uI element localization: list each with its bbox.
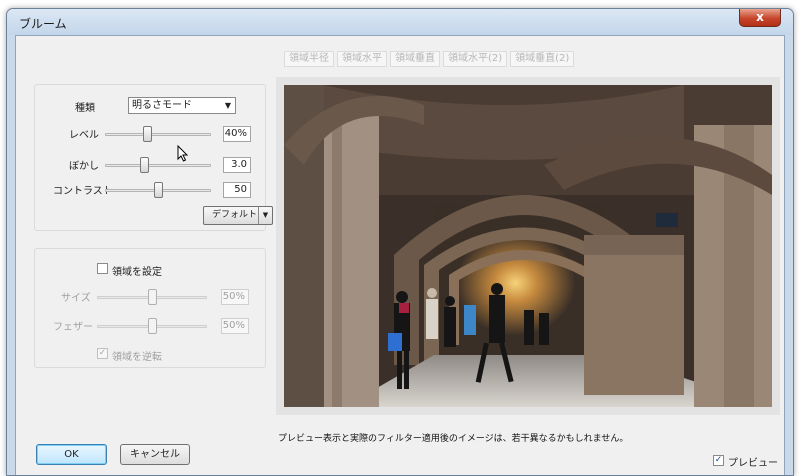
set-region-label: 領域を設定 bbox=[112, 267, 162, 278]
preview-frame bbox=[276, 77, 780, 415]
size-slider-thumb[interactable] bbox=[148, 289, 157, 305]
ok-button[interactable]: OK bbox=[36, 444, 107, 465]
blur-slider-thumb[interactable] bbox=[140, 157, 150, 173]
set-region-checkbox[interactable] bbox=[97, 263, 108, 274]
default-split-button[interactable]: デフォルト ▼ bbox=[203, 206, 273, 225]
contrast-value-field[interactable]: 50 bbox=[223, 182, 251, 198]
dialog-client-area: 領域半径 領域水平 領域垂直 領域水平(2) 領域垂直(2) 種類 明るさモード… bbox=[15, 35, 785, 475]
tab-region-vertical[interactable]: 領域垂直 bbox=[390, 51, 440, 67]
arcade-photo bbox=[284, 85, 772, 407]
preview-checkbox[interactable]: ✓ bbox=[713, 455, 724, 466]
tab-region-vertical-2[interactable]: 領域垂直(2) bbox=[510, 51, 575, 67]
contrast-label: コントラスト bbox=[53, 186, 113, 197]
region-settings-group: 領域を設定 サイズ 50% フェザー 50% ✓ 領域を逆転 bbox=[34, 248, 266, 368]
region-tabs: 領域半径 領域水平 領域垂直 領域水平(2) 領域垂直(2) bbox=[284, 51, 575, 67]
default-button-label: デフォルト bbox=[212, 210, 258, 220]
invert-region-label: 領域を逆転 bbox=[112, 352, 162, 363]
level-slider-track[interactable] bbox=[105, 133, 211, 136]
close-button[interactable]: x bbox=[739, 9, 781, 27]
blur-slider-track[interactable] bbox=[105, 164, 211, 167]
feather-label: フェザー bbox=[53, 322, 93, 333]
type-label: 種類 bbox=[75, 103, 95, 114]
size-value-field[interactable]: 50% bbox=[221, 289, 249, 305]
level-slider-thumb[interactable] bbox=[143, 126, 153, 142]
blur-label: ぼかし bbox=[69, 161, 99, 172]
window-title: ブルーム bbox=[19, 17, 67, 31]
feather-value-field[interactable]: 50% bbox=[221, 318, 249, 334]
preview-image bbox=[284, 85, 772, 407]
type-dropdown-value: 明るさモード bbox=[132, 100, 192, 111]
tab-region-horizontal[interactable]: 領域水平 bbox=[337, 51, 387, 67]
bloom-settings-group: 種類 明るさモード ▼ レベル 40% ぼかし 3.0 コントラスト 50 デフ… bbox=[34, 84, 273, 231]
invert-region-checkbox[interactable]: ✓ bbox=[97, 348, 108, 359]
level-label: レベル bbox=[69, 130, 99, 141]
feather-slider-thumb[interactable] bbox=[148, 318, 157, 334]
tab-region-radius[interactable]: 領域半径 bbox=[284, 51, 334, 67]
type-dropdown[interactable]: 明るさモード ▼ bbox=[128, 97, 236, 114]
size-label: サイズ bbox=[61, 293, 91, 304]
mouse-cursor-icon bbox=[177, 145, 189, 162]
level-value-field[interactable]: 40% bbox=[223, 126, 251, 142]
bloom-dialog: ブルーム x 領域半径 領域水平 領域垂直 領域水平(2) 領域垂直(2) 種類… bbox=[6, 8, 794, 476]
contrast-slider-thumb[interactable] bbox=[154, 182, 163, 198]
tab-region-horizontal-2[interactable]: 領域水平(2) bbox=[443, 51, 508, 67]
title-bar[interactable]: ブルーム x bbox=[7, 9, 793, 35]
blur-value-field[interactable]: 3.0 bbox=[223, 157, 251, 173]
preview-checkbox-label: プレビュー bbox=[728, 458, 778, 469]
cancel-button[interactable]: キャンセル bbox=[120, 444, 190, 465]
chevron-down-icon[interactable]: ▼ bbox=[258, 207, 272, 224]
chevron-down-icon: ▼ bbox=[224, 101, 231, 110]
preview-disclaimer: プレビュー表示と実際のフィルター適用後のイメージは、若干異なるかもしれません。 bbox=[278, 434, 629, 444]
